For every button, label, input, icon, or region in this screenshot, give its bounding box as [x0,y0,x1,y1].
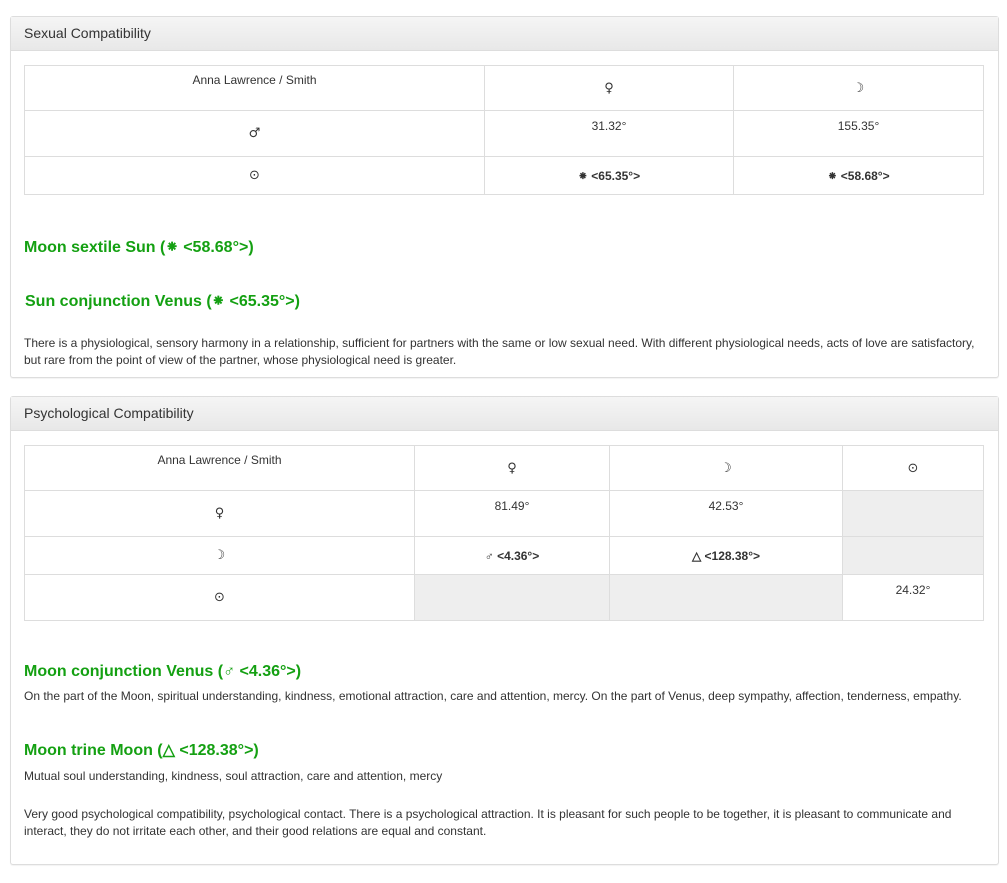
table-row: Anna Lawrence / Smith ♀ ☽ ⊙ [24,445,984,491]
aspect-heading: Moon sextile Sun (⁕ <58.68°>) [24,239,254,256]
aspect-cell: △ <128.38°> [609,536,843,575]
table-row: Anna Lawrence / Smith ♀ ☽ [24,65,984,111]
table-corner-label: Anna Lawrence / Smith [24,65,485,111]
panel-title: Psychological Compatibility [11,397,998,431]
table-row: ☽ ♂ <4.36°> △ <128.38°> [24,536,984,575]
sun-icon: ⊙ [24,156,485,195]
aspect-heading: Moon conjunction Venus (♂ <4.36°>) [24,663,302,680]
mars-icon: ♂ [24,110,485,157]
empty-cell [609,574,843,621]
table-cell: 155.35° [733,110,984,157]
empty-cell [842,536,984,575]
aspect-description: Mutual soul understanding, kindness, sou… [24,769,443,783]
compatibility-summary: Very good psychological compatibility, p… [24,807,952,838]
table-cell: 31.32° [484,110,734,157]
aspect-description: On the part of the Moon, spiritual under… [24,689,962,703]
table-cell: 24.32° [842,574,984,621]
panel-title: Sexual Compatibility [11,17,998,51]
psychological-aspect-table: Anna Lawrence / Smith ♀ ☽ ⊙ ♀ 81.49° 42.… [24,445,984,621]
table-row: ⊙ ⁕ <65.35°> ⁕ <58.68°> [24,156,984,195]
aspect-cell: ⁕ <65.35°> [484,156,734,195]
venus-icon: ♀ [484,65,734,111]
sun-icon: ⊙ [842,445,984,491]
sun-icon: ⊙ [24,574,415,621]
aspect-cell: ⁕ <58.68°> [733,156,984,195]
empty-cell [414,574,610,621]
aspect-heading: Moon trine Moon (△ <128.38°>) [24,742,259,759]
table-row: ⊙ 24.32° [24,574,984,621]
table-corner-label: Anna Lawrence / Smith [24,445,415,491]
empty-cell [842,490,984,537]
compatibility-summary: There is a physiological, sensory harmon… [24,336,975,367]
moon-icon: ☽ [609,445,843,491]
table-cell: 42.53° [609,490,843,537]
psychological-compatibility-panel: Psychological Compatibility Anna Lawrenc… [10,396,999,865]
venus-icon: ♀ [414,445,610,491]
sexual-compatibility-panel: Sexual Compatibility Anna Lawrence / Smi… [10,16,999,378]
aspect-heading: Sun conjunction Venus (⁕ <65.35°>) [25,293,300,310]
venus-icon: ♀ [24,490,415,537]
moon-icon: ☽ [24,536,415,575]
table-row: ♀ 81.49° 42.53° [24,490,984,537]
aspect-cell: ♂ <4.36°> [414,536,610,575]
sexual-aspect-table: Anna Lawrence / Smith ♀ ☽ ♂ 31.32° 155.3… [24,65,984,195]
moon-icon: ☽ [733,65,984,111]
table-row: ♂ 31.32° 155.35° [24,110,984,157]
table-cell: 81.49° [414,490,610,537]
